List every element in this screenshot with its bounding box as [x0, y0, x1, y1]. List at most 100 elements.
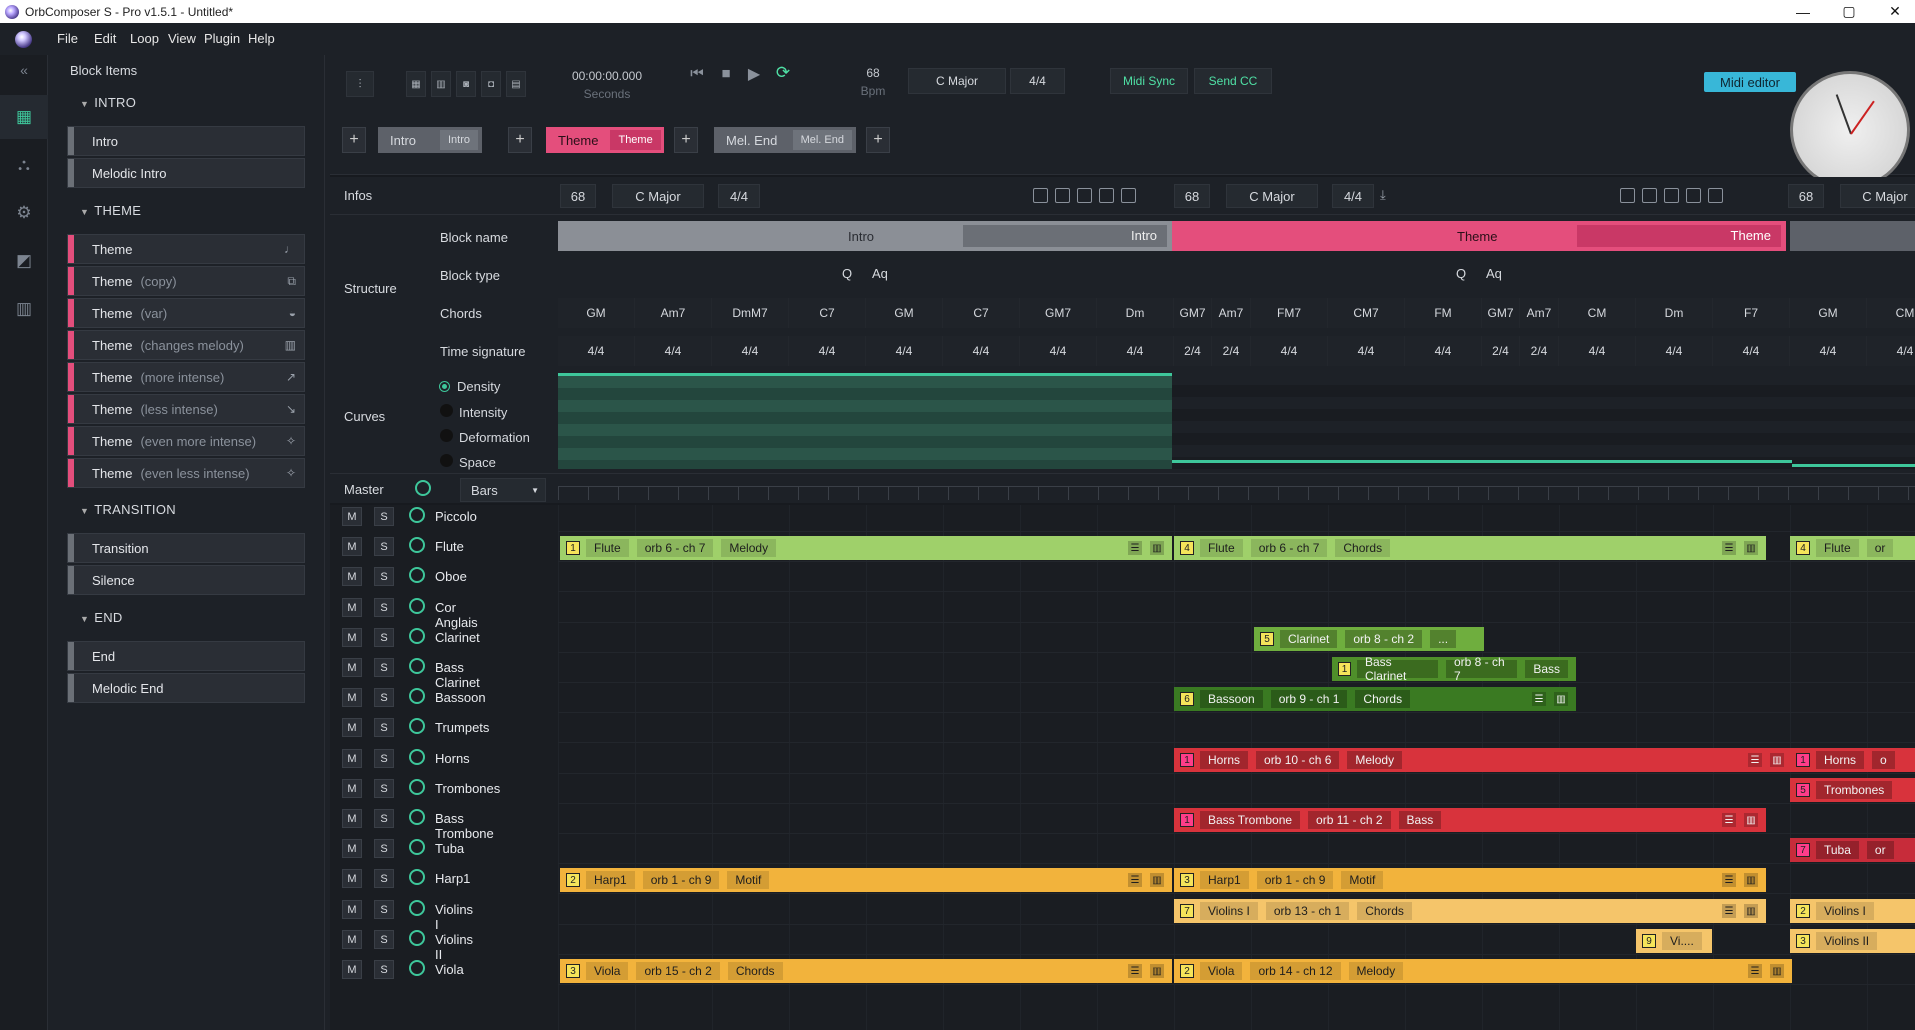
track-power-icon[interactable] — [409, 718, 425, 734]
clip-piano-icon[interactable]: ▥ — [1770, 964, 1784, 978]
piano-view-icon[interactable] — [1642, 188, 1657, 203]
chord-cell[interactable]: C7 — [943, 298, 1020, 328]
grid-view-icon[interactable] — [1033, 188, 1048, 203]
skip-back-icon[interactable]: ⏮ — [687, 65, 707, 82]
block-type-aq[interactable]: Aq — [872, 266, 888, 281]
midi-editor-button[interactable]: Midi editor — [1704, 72, 1796, 92]
timesig-cell[interactable]: 4/4 — [1790, 336, 1867, 366]
clip-bass-trombone[interactable]: 1 Bass Trombone orb 11 - ch 2 Bass ☰ ▥ — [1174, 808, 1766, 832]
clip-piano-icon[interactable]: ▥ — [1150, 873, 1164, 887]
track-power-icon[interactable] — [409, 567, 425, 583]
solo-button[interactable]: S — [374, 537, 394, 556]
clip-harp1[interactable]: 3 Harp1 orb 1 - ch 9 Motif ☰ ▥ — [1174, 868, 1766, 892]
record-view-icon[interactable] — [1664, 188, 1679, 203]
clip-settings-icon[interactable]: ☰ — [1532, 692, 1546, 706]
chord-cell[interactable]: FM — [1405, 298, 1482, 328]
mute-button[interactable]: M — [342, 900, 362, 919]
clip-trombones[interactable]: 5 Trombones — [1790, 778, 1915, 802]
piano-view-icon[interactable] — [1055, 188, 1070, 203]
block-type-aq[interactable]: Aq — [1486, 266, 1502, 281]
chord-cell[interactable]: Am7 — [1212, 298, 1251, 328]
chord-cell[interactable]: CM — [1559, 298, 1636, 328]
block-item-silence[interactable]: Silence — [67, 565, 305, 595]
timesig-cell[interactable]: 4/4 — [943, 336, 1020, 366]
clip-settings-icon[interactable]: ☰ — [1128, 964, 1142, 978]
copy-view-icon[interactable] — [1686, 188, 1701, 203]
solo-button[interactable]: S — [374, 930, 394, 949]
solo-button[interactable]: S — [374, 809, 394, 828]
track-power-icon[interactable] — [409, 537, 425, 553]
section-intro[interactable]: ▼ INTRO — [80, 95, 136, 110]
view4-icon[interactable]: ◘ — [481, 71, 501, 97]
clip-settings-icon[interactable]: ☰ — [1722, 541, 1736, 555]
block-item-theme-even-more-intense[interactable]: Theme (even more intense) ✧ — [67, 426, 305, 456]
chord-cell[interactable]: CM — [1867, 298, 1915, 328]
block-item-theme-more-intense[interactable]: Theme (more intense) ↗ — [67, 362, 305, 392]
section-transition[interactable]: ▼ TRANSITION — [80, 502, 176, 517]
chart-icon[interactable]: ◩ — [0, 239, 48, 283]
mute-button[interactable]: M — [342, 718, 362, 737]
solo-button[interactable]: S — [374, 839, 394, 858]
send-cc-button[interactable]: Send CC — [1194, 68, 1272, 94]
track-power-icon[interactable] — [409, 749, 425, 765]
key-selector[interactable]: C Major — [908, 68, 1006, 94]
solo-button[interactable]: S — [374, 507, 394, 526]
grid-view-icon[interactable] — [1620, 188, 1635, 203]
clip-bass-clarinet[interactable]: 1 Bass Clarinet orb 8 - ch 7 Bass — [1332, 657, 1576, 681]
solo-button[interactable]: S — [374, 628, 394, 647]
block-type-q[interactable]: Q — [1456, 266, 1466, 281]
chord-cell[interactable]: GM — [558, 298, 635, 328]
mute-button[interactable]: M — [342, 930, 362, 949]
chord-cell[interactable]: Dm — [1097, 298, 1174, 328]
density-curve-next[interactable] — [1792, 373, 1915, 469]
block-bpm[interactable]: 68 — [560, 184, 596, 208]
timesig-cell[interactable]: 4/4 — [1097, 336, 1174, 366]
timesig-cell[interactable]: 4/4 — [635, 336, 712, 366]
timesig-cell[interactable]: 2/4 — [1520, 336, 1559, 366]
clip-violins-i[interactable]: 7 Violins I orb 13 - ch 1 Chords ☰ ▥ — [1174, 899, 1766, 923]
mute-button[interactable]: M — [342, 749, 362, 768]
mute-button[interactable]: M — [342, 809, 362, 828]
minimize-button[interactable]: — — [1780, 0, 1826, 23]
clip-piano-icon[interactable]: ▥ — [1770, 753, 1784, 767]
view2-icon[interactable]: ▥ — [431, 71, 451, 97]
solo-button[interactable]: S — [374, 718, 394, 737]
chord-cell[interactable]: F7 — [1713, 298, 1790, 328]
menu-file[interactable]: File — [57, 31, 78, 46]
section-theme[interactable]: ▼ THEME — [80, 203, 141, 218]
timeline-ruler[interactable] — [558, 486, 1915, 500]
menu-help[interactable]: Help — [248, 31, 275, 46]
block-item-intro[interactable]: Intro — [67, 126, 305, 156]
timesig-cell[interactable]: 4/4 — [1328, 336, 1405, 366]
add-block-button[interactable]: + — [674, 127, 698, 153]
solo-button[interactable]: S — [374, 779, 394, 798]
add-block-button[interactable]: + — [866, 127, 890, 153]
track-power-icon[interactable] — [409, 658, 425, 674]
block-name-intro[interactable]: Intro Intro — [558, 221, 1172, 251]
timesig-cell[interactable]: 4/4 — [1405, 336, 1482, 366]
track-power-icon[interactable] — [409, 688, 425, 704]
timesig-cell[interactable]: 4/4 — [789, 336, 866, 366]
clip-piano-icon[interactable]: ▥ — [1150, 964, 1164, 978]
track-power-icon[interactable] — [409, 809, 425, 825]
sequence-block-theme[interactable]: Theme Theme — [546, 127, 664, 153]
collapse-icon[interactable]: « — [0, 55, 48, 85]
block-item-theme-even-less-intense[interactable]: Theme (even less intense) ✧ — [67, 458, 305, 488]
solo-button[interactable]: S — [374, 869, 394, 888]
clip-viola[interactable]: 2 Viola orb 14 - ch 12 Melody ☰ ▥ — [1174, 959, 1792, 983]
hierarchy-icon[interactable]: ⛬ — [0, 143, 48, 187]
maximize-button[interactable]: ▢ — [1826, 0, 1872, 23]
view1-icon[interactable]: ▦ — [406, 71, 426, 97]
clip-piano-icon[interactable]: ▥ — [1150, 541, 1164, 555]
curve-option-deformation[interactable]: Deformation — [440, 429, 530, 445]
mute-button[interactable]: M — [342, 869, 362, 888]
clip-piano-icon[interactable]: ▥ — [1744, 813, 1758, 827]
loop-icon[interactable]: ⟳ — [773, 63, 793, 83]
clip-viola[interactable]: 3 Viola orb 15 - ch 2 Chords ☰ ▥ — [560, 959, 1172, 983]
density-curve-intro[interactable] — [558, 373, 1172, 469]
chord-cell[interactable]: GM7 — [1020, 298, 1097, 328]
chord-cell[interactable]: C7 — [789, 298, 866, 328]
timesig-cell[interactable]: 4/4 — [866, 336, 943, 366]
clip-piano-icon[interactable]: ▥ — [1744, 873, 1758, 887]
track-power-icon[interactable] — [409, 507, 425, 523]
